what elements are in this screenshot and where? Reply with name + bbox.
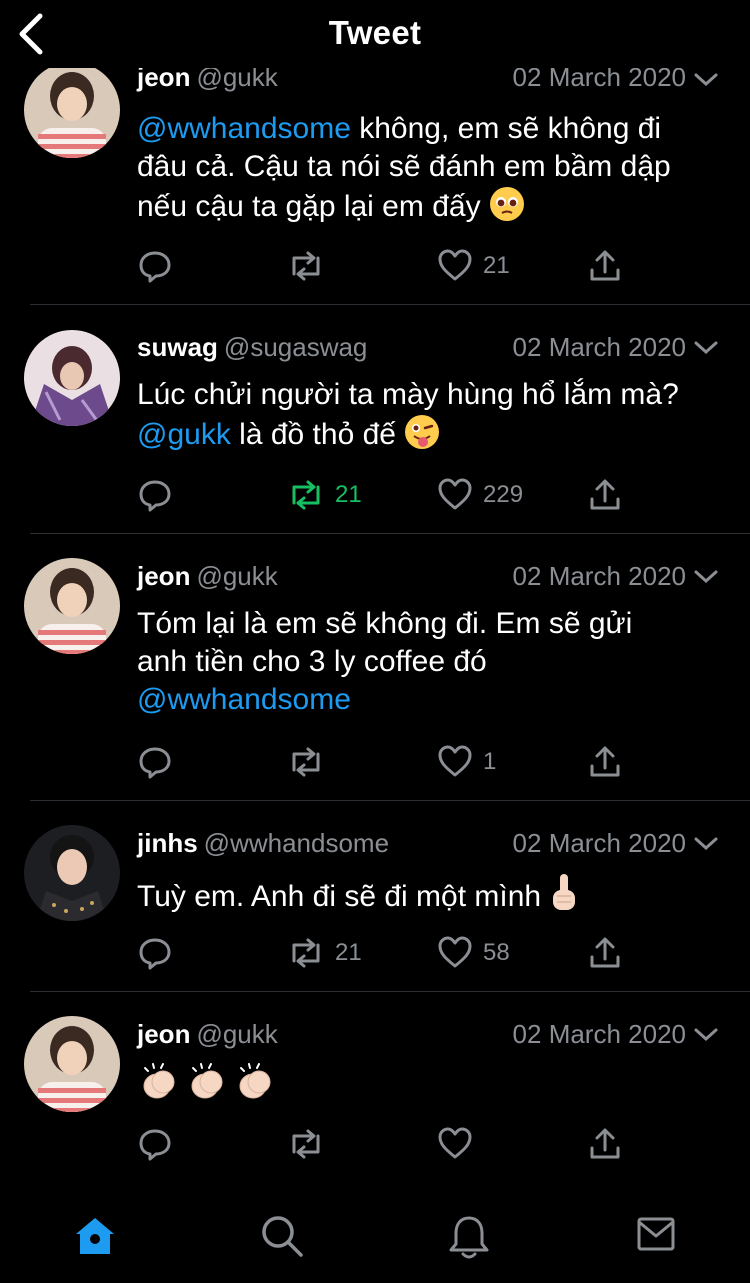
share-button[interactable] bbox=[587, 742, 623, 782]
display-name[interactable]: jeon bbox=[137, 561, 190, 591]
handle[interactable]: @gukk bbox=[196, 561, 277, 591]
tweet-thread: jeon @gukk 02 March 2020 @wwhandsome khôn… bbox=[0, 0, 750, 1190]
bottom-tab-bar bbox=[0, 1190, 750, 1283]
chevron-down-icon[interactable] bbox=[692, 1025, 720, 1045]
retweet-icon bbox=[292, 1129, 320, 1159]
divider bbox=[30, 304, 750, 305]
top-navigation-bar: Tweet bbox=[0, 0, 750, 68]
handle[interactable]: @sugaswag bbox=[224, 332, 367, 362]
share-button[interactable] bbox=[587, 475, 623, 515]
reply-button[interactable] bbox=[137, 475, 173, 515]
like-count: 21 bbox=[483, 252, 510, 279]
reply-icon bbox=[139, 251, 171, 283]
divider bbox=[30, 991, 750, 992]
share-button[interactable] bbox=[587, 246, 623, 286]
chevron-down-icon[interactable] bbox=[692, 567, 720, 587]
retweet-button[interactable]: 21 bbox=[287, 475, 362, 515]
divider bbox=[30, 533, 750, 534]
pleading-face-emoji bbox=[489, 186, 525, 232]
retweet-button[interactable]: 21 bbox=[287, 933, 362, 973]
reply-button[interactable] bbox=[137, 742, 173, 782]
like-button[interactable]: 21 bbox=[437, 246, 510, 286]
share-icon bbox=[590, 746, 620, 777]
reply-button[interactable] bbox=[137, 933, 173, 973]
display-name[interactable]: jeon bbox=[137, 1019, 190, 1049]
like-button[interactable]: 58 bbox=[437, 933, 510, 973]
page-title: Tweet bbox=[328, 14, 422, 51]
like-count: 229 bbox=[483, 481, 524, 508]
avatar[interactable] bbox=[24, 1016, 120, 1112]
share-button[interactable] bbox=[587, 933, 623, 973]
reply-icon bbox=[139, 480, 171, 512]
chevron-down-icon[interactable] bbox=[692, 338, 720, 358]
winking-tongue-face-emoji bbox=[404, 414, 440, 460]
avatar[interactable] bbox=[24, 558, 120, 654]
share-button[interactable] bbox=[587, 1124, 623, 1164]
retweet-icon bbox=[292, 747, 320, 777]
display-name[interactable]: suwag bbox=[137, 332, 218, 362]
retweet-count: 21 bbox=[335, 939, 362, 966]
reply-icon bbox=[139, 938, 171, 970]
heart-icon bbox=[438, 249, 472, 281]
notifications-bell-icon[interactable] bbox=[448, 1214, 490, 1260]
raised-finger-emoji bbox=[549, 872, 579, 922]
heart-icon bbox=[438, 936, 472, 968]
handle[interactable]: @gukk bbox=[196, 1019, 277, 1049]
tweet-text bbox=[137, 1060, 727, 1112]
handle[interactable]: @wwhandsome bbox=[204, 828, 389, 858]
clapping-hands-emoji bbox=[137, 1063, 277, 1109]
messages-envelope-icon[interactable] bbox=[636, 1214, 676, 1254]
retweet-button[interactable] bbox=[287, 246, 325, 286]
reply-icon bbox=[139, 1129, 171, 1161]
heart-icon bbox=[438, 745, 472, 777]
heart-icon bbox=[438, 478, 472, 510]
share-icon bbox=[590, 1128, 620, 1159]
reply-icon bbox=[139, 747, 171, 779]
like-button[interactable] bbox=[437, 1124, 473, 1164]
chevron-down-icon[interactable] bbox=[692, 70, 720, 90]
retweet-icon bbox=[292, 251, 320, 281]
tweet-text: Tuỳ em. Anh đi sẽ đi một mình bbox=[137, 872, 727, 922]
heart-icon bbox=[438, 1127, 472, 1159]
like-count: 1 bbox=[483, 748, 497, 775]
avatar[interactable] bbox=[24, 62, 120, 158]
reply-button[interactable] bbox=[137, 246, 173, 286]
share-icon bbox=[590, 479, 620, 510]
retweet-icon bbox=[292, 938, 320, 968]
tweet-date: 02 March 2020 bbox=[512, 561, 686, 591]
reply-button[interactable] bbox=[137, 1124, 173, 1164]
tweet-date: 02 March 2020 bbox=[512, 828, 686, 858]
share-icon bbox=[590, 937, 620, 968]
retweet-icon bbox=[292, 480, 320, 510]
chevron-down-icon[interactable] bbox=[692, 834, 720, 854]
home-icon[interactable] bbox=[72, 1214, 118, 1258]
mention-link[interactable]: @gukk bbox=[137, 418, 231, 451]
avatar[interactable] bbox=[24, 825, 120, 921]
mention-link[interactable]: @wwhandsome bbox=[137, 683, 351, 716]
mention-link[interactable]: @wwhandsome bbox=[137, 112, 351, 145]
retweet-button[interactable] bbox=[287, 742, 325, 782]
retweet-count: 21 bbox=[335, 481, 362, 508]
retweet-button[interactable] bbox=[287, 1124, 325, 1164]
search-icon[interactable] bbox=[260, 1214, 304, 1258]
avatar[interactable] bbox=[24, 330, 120, 426]
tweet-text: Lúc chửi người ta mày hùng hổ lắm mà? @g… bbox=[137, 376, 727, 460]
tweet-text: @wwhandsome không, em sẽ không đi đâu cả… bbox=[137, 110, 727, 232]
tweet-date: 02 March 2020 bbox=[512, 332, 686, 362]
tweet-text: Tóm lại là em sẽ không đi. Em sẽ gửi anh… bbox=[137, 607, 633, 716]
like-button[interactable]: 229 bbox=[437, 475, 523, 515]
share-icon bbox=[590, 250, 620, 281]
display-name[interactable]: jinhs bbox=[137, 828, 198, 858]
like-button[interactable]: 1 bbox=[437, 742, 496, 782]
like-count: 58 bbox=[483, 939, 510, 966]
divider bbox=[30, 800, 750, 801]
tweet-date: 02 March 2020 bbox=[512, 1019, 686, 1049]
